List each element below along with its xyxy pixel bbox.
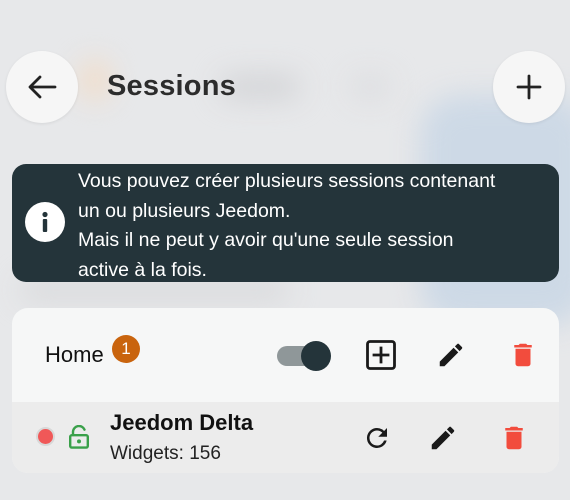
widgets-count: Widgets: 156 (110, 443, 221, 464)
edit-session-button[interactable] (431, 335, 471, 375)
add-jeedom-button[interactable] (361, 335, 401, 375)
session-card: Home 1 Jeedom Delta Widgets: 156 (12, 308, 559, 473)
toggle-knob (301, 341, 331, 371)
add-session-button[interactable] (493, 51, 565, 123)
session-header: Home 1 (12, 308, 559, 402)
status-dot (36, 427, 55, 446)
refresh-icon (366, 427, 387, 448)
delete-jeedom-button[interactable] (494, 418, 534, 458)
info-line: active à la fois. (78, 258, 207, 281)
session-name: Home (45, 342, 104, 367)
background-blur (350, 75, 390, 99)
info-icon (25, 202, 65, 242)
session-active-toggle[interactable] (277, 338, 333, 374)
session-badge: 1 (112, 335, 140, 363)
edit-jeedom-button[interactable] (423, 418, 463, 458)
page-title: Sessions (107, 70, 236, 102)
delete-session-button[interactable] (503, 335, 543, 375)
back-button[interactable] (6, 51, 78, 123)
info-line: Mais il ne peut y avoir qu'une seule ses… (78, 229, 454, 251)
jeedom-row[interactable]: Jeedom Delta Widgets: 156 (12, 402, 559, 473)
lock-open-icon (68, 424, 90, 449)
info-line: Vous pouvez créer plusieurs sessions con… (78, 170, 496, 192)
arrow-left-icon (28, 75, 57, 99)
background-blur (80, 60, 110, 100)
info-banner: Vous pouvez créer plusieurs sessions con… (12, 164, 559, 282)
pencil-icon (431, 426, 455, 450)
info-message: Vous pouvez créer plusieurs sessions con… (78, 167, 554, 285)
trash-icon (514, 343, 532, 367)
pencil-icon (439, 343, 463, 367)
jeedom-name: Jeedom Delta (110, 410, 254, 435)
refresh-jeedom-button[interactable] (357, 418, 397, 458)
add-box-icon (366, 340, 396, 370)
info-line: un ou plusieurs Jeedom. (78, 199, 291, 222)
plus-icon (516, 74, 542, 100)
trash-icon (505, 426, 523, 450)
